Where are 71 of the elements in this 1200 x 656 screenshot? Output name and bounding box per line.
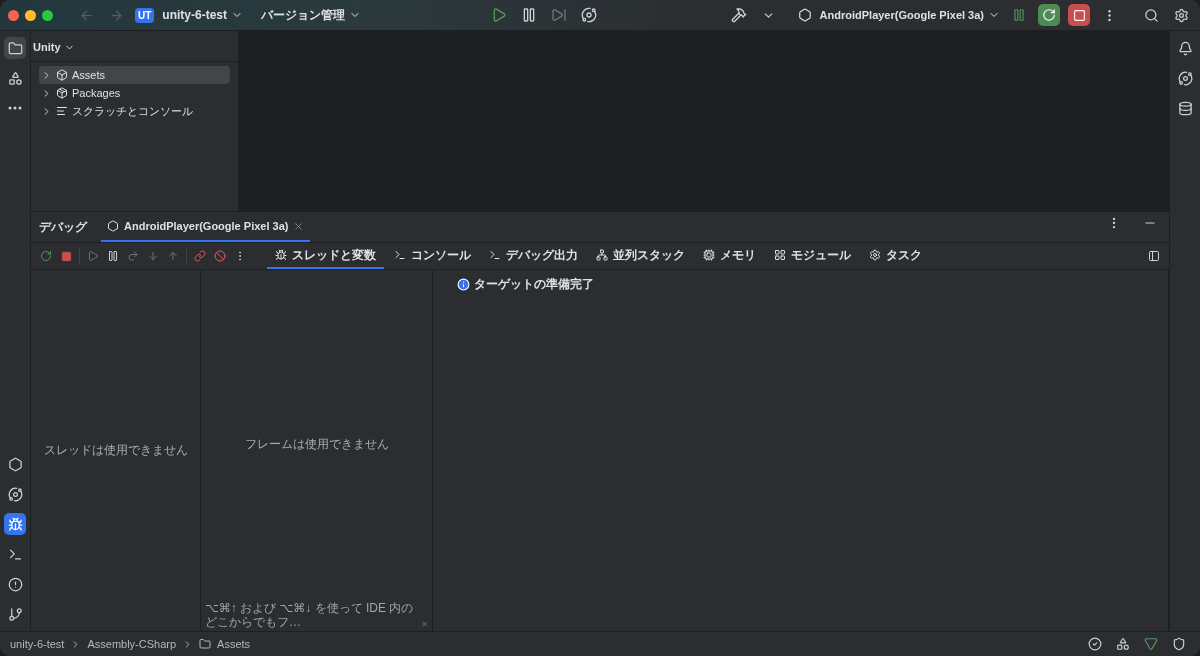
bug-icon bbox=[7, 516, 23, 532]
debug-tab[interactable]: タスク bbox=[861, 243, 930, 269]
tree-item[interactable]: スクラッチとコンソール bbox=[39, 102, 230, 120]
empty-message: スレッドは使用できません bbox=[43, 442, 188, 459]
debug-tab[interactable]: スレッドと変数 bbox=[267, 243, 384, 269]
breadcrumb-item[interactable]: unity-6-test bbox=[10, 638, 65, 650]
debug-tab[interactable]: コンソール bbox=[386, 243, 479, 269]
package-icon bbox=[56, 87, 68, 99]
vcs-menu[interactable]: バージョン管理 bbox=[261, 6, 361, 24]
session-tab[interactable]: AndroidPlayer(Google Pixel 3a) bbox=[101, 212, 311, 242]
stack-icon bbox=[596, 249, 608, 261]
status-message: ターゲットの準備完了 bbox=[474, 276, 594, 293]
check-icon[interactable] bbox=[1088, 637, 1102, 651]
console-icon bbox=[489, 249, 501, 261]
folder-icon bbox=[199, 638, 212, 650]
minimize-button[interactable] bbox=[25, 9, 36, 21]
more-icon bbox=[8, 106, 22, 110]
device-icon bbox=[107, 220, 119, 232]
structure-icon bbox=[7, 70, 23, 86]
module-icon bbox=[774, 249, 786, 261]
mute-breakpoints-icon[interactable] bbox=[214, 250, 226, 262]
debug-tab[interactable]: モジュール bbox=[766, 243, 859, 269]
panel-title: デバッグ bbox=[39, 218, 87, 236]
terminal-icon bbox=[7, 546, 23, 562]
console-icon bbox=[394, 249, 406, 261]
restart-icon bbox=[1042, 8, 1056, 22]
scratch-icon bbox=[56, 105, 68, 117]
memory-icon bbox=[703, 249, 715, 261]
build-icon[interactable] bbox=[730, 7, 747, 23]
git-branch-icon bbox=[7, 606, 23, 622]
stop-icon bbox=[1072, 8, 1086, 22]
notifications-icon[interactable] bbox=[1177, 40, 1193, 56]
debug-tab[interactable]: デバッグ出力 bbox=[481, 243, 586, 269]
resume-icon[interactable] bbox=[87, 250, 99, 262]
bug-tool-button[interactable] bbox=[4, 513, 26, 535]
debug-tab[interactable]: 並列スタック bbox=[588, 243, 693, 269]
problems-icon bbox=[7, 576, 23, 592]
shield-icon[interactable] bbox=[1172, 637, 1186, 651]
empty-message: フレームは使用できません bbox=[244, 436, 389, 453]
search-icon[interactable] bbox=[1143, 7, 1159, 23]
tree-item[interactable]: Packages bbox=[39, 84, 230, 102]
bug-icon bbox=[275, 249, 287, 261]
project-badge: UT bbox=[135, 7, 155, 23]
info-icon bbox=[457, 278, 470, 291]
step-icon[interactable] bbox=[551, 7, 568, 23]
triangle-icon[interactable] bbox=[1144, 637, 1158, 651]
task-icon bbox=[869, 249, 881, 261]
breakpoints-icon[interactable] bbox=[194, 250, 206, 262]
pause-icon[interactable] bbox=[107, 250, 119, 262]
stop-icon[interactable] bbox=[60, 250, 72, 262]
project-title[interactable]: Unity bbox=[33, 37, 75, 57]
project-menu[interactable]: unity-6-test bbox=[162, 8, 243, 22]
device-icon bbox=[797, 8, 812, 22]
step-over-icon[interactable] bbox=[127, 250, 139, 262]
restart-button[interactable] bbox=[1038, 4, 1060, 26]
close-button[interactable] bbox=[8, 9, 19, 21]
debug-tab[interactable]: メモリ bbox=[695, 243, 764, 269]
settings-icon[interactable] bbox=[1173, 7, 1189, 23]
run-config-menu[interactable]: AndroidPlayer(Google Pixel 3a) bbox=[819, 9, 1000, 21]
stop-button[interactable] bbox=[1068, 4, 1090, 26]
breadcrumb-item[interactable]: Assets bbox=[217, 638, 251, 650]
folder-tool-button[interactable] bbox=[4, 37, 26, 59]
close-icon[interactable] bbox=[293, 220, 305, 232]
hint-text: ⌥⌘↑ および ⌥⌘↓ を使って IDE 内のどこからでもフ… bbox=[205, 601, 415, 629]
folder-icon bbox=[7, 40, 23, 56]
breadcrumb-item[interactable]: Assembly-CSharp bbox=[87, 638, 177, 650]
tree-item[interactable]: Assets bbox=[39, 66, 230, 84]
zoom-button[interactable] bbox=[42, 9, 53, 21]
layout-icon[interactable] bbox=[1148, 250, 1160, 262]
rerun-icon[interactable] bbox=[40, 250, 52, 262]
database-icon[interactable] bbox=[1177, 100, 1193, 116]
